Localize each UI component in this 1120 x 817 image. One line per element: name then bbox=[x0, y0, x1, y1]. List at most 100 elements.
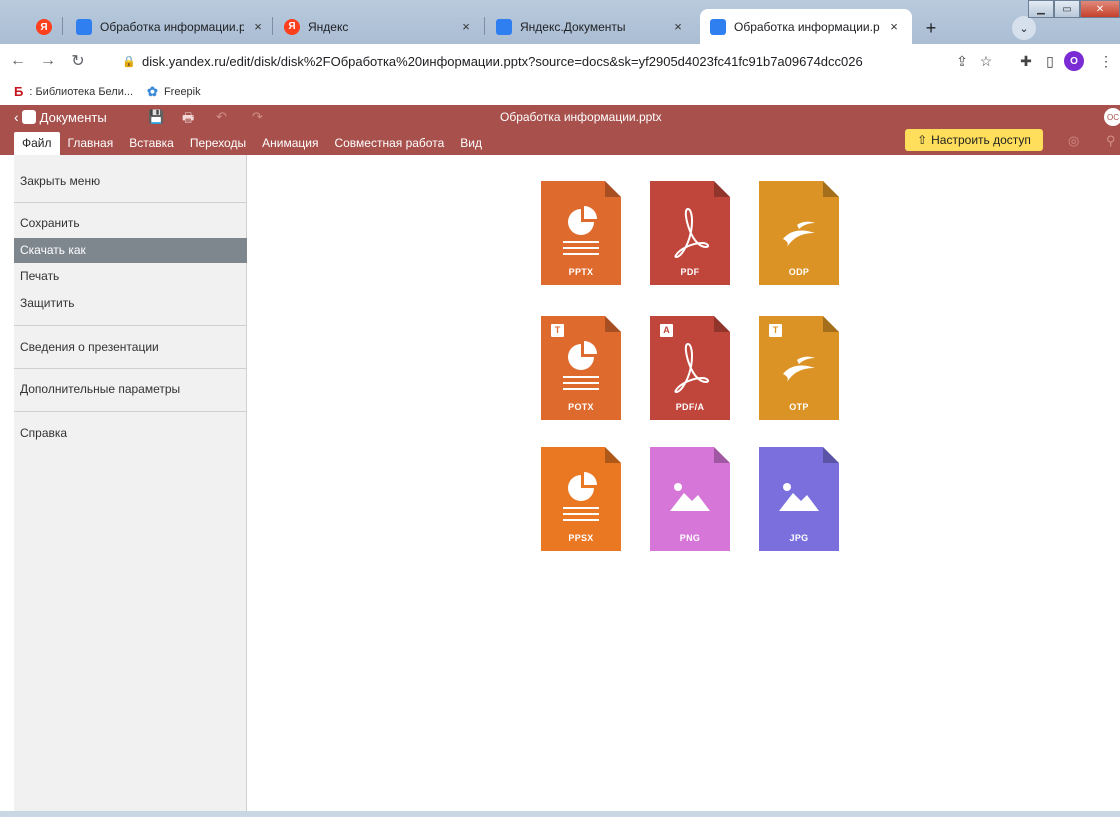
tab-yandex[interactable]: Я Яндекс × bbox=[274, 9, 484, 44]
menu-save[interactable]: Сохранить bbox=[14, 211, 247, 236]
format-png-button[interactable]: PNG bbox=[650, 447, 730, 551]
format-label: PPSX bbox=[568, 533, 594, 543]
close-icon[interactable]: × bbox=[250, 19, 266, 34]
tab-separator bbox=[272, 17, 273, 35]
menu-help[interactable]: Справка bbox=[14, 421, 247, 446]
back-arrow-icon[interactable]: ← bbox=[6, 52, 30, 70]
document-title: Обработка информации.pptx bbox=[500, 110, 662, 124]
tab-transitions[interactable]: Переходы bbox=[182, 132, 254, 155]
menu-download-as[interactable]: Скачать как bbox=[14, 238, 247, 263]
menu-print[interactable]: Печать bbox=[14, 264, 247, 289]
tab-label: Обработка информации.pptx - bbox=[100, 19, 244, 34]
menu-presentation-info[interactable]: Сведения о презентации bbox=[14, 335, 247, 360]
file-menu-sidebar: Закрыть меню Сохранить Скачать как Печат… bbox=[14, 155, 247, 811]
format-jpg-button[interactable]: JPG bbox=[759, 447, 839, 551]
format-odp-button[interactable]: ODP bbox=[759, 181, 839, 285]
bookmark-star-icon[interactable]: ☆ bbox=[976, 51, 996, 71]
documents-app-icon bbox=[21, 110, 36, 124]
window-close-icon[interactable]: ✕ bbox=[1080, 0, 1120, 18]
template-badge-icon: T bbox=[769, 324, 782, 337]
presentation-icon bbox=[563, 206, 599, 255]
tab-search-chevron-icon[interactable]: ⌄ bbox=[1012, 16, 1036, 40]
menu-advanced-settings[interactable]: Дополнительные параметры bbox=[14, 377, 247, 402]
comments-icon[interactable]: ◎ bbox=[1068, 133, 1079, 149]
page-fold-corner bbox=[714, 181, 730, 197]
page-fold-corner bbox=[823, 181, 839, 197]
tab-insert[interactable]: Вставка bbox=[121, 132, 182, 155]
presentation-icon bbox=[563, 341, 599, 390]
yandex-icon: Я bbox=[284, 18, 300, 35]
user-avatar[interactable]: ОС bbox=[1104, 108, 1120, 126]
profile-avatar[interactable]: O bbox=[1064, 51, 1084, 71]
format-pdf-a-button[interactable]: A PDF/A bbox=[650, 316, 730, 420]
format-ppsx-button[interactable]: PPSX bbox=[541, 447, 621, 551]
tab-animation[interactable]: Анимация bbox=[254, 132, 326, 155]
search-icon[interactable]: ⚲ bbox=[1106, 133, 1116, 149]
close-icon[interactable]: × bbox=[670, 19, 686, 34]
chevron-left-icon: ‹ bbox=[14, 109, 19, 125]
image-icon bbox=[779, 483, 819, 511]
tab-collaboration[interactable]: Совместная работа bbox=[326, 132, 452, 155]
browser-tab-bar: Я Обработка информации.pptx - × Я Яндекс… bbox=[0, 0, 1120, 44]
page-fold-corner bbox=[823, 447, 839, 463]
divider bbox=[14, 368, 247, 369]
menu-protect[interactable]: Защитить bbox=[14, 291, 247, 316]
undo-icon[interactable]: ↶ bbox=[216, 109, 227, 125]
new-tab-button[interactable]: + bbox=[919, 16, 943, 40]
forward-arrow-icon[interactable]: → bbox=[36, 52, 60, 70]
openoffice-icon bbox=[783, 356, 815, 382]
tab-label: Яндекс bbox=[308, 19, 349, 34]
menu-tabs: Файл Главная Вставка Переходы Анимация С… bbox=[14, 132, 490, 155]
page-fold-corner bbox=[605, 316, 621, 332]
print-icon[interactable]: 🖶 bbox=[182, 109, 194, 131]
download-format-panel: PPTX PDF ODP T POTX A PDF/A T OTP PPSX PNG JPG bbox=[247, 155, 1120, 811]
format-otp-button[interactable]: T OTP bbox=[759, 316, 839, 420]
tab-label: Яндекс.Документы bbox=[520, 19, 626, 34]
tab-yandex-docs[interactable]: Яндекс.Документы × bbox=[486, 9, 696, 44]
menu-close[interactable]: Закрыть меню bbox=[14, 169, 247, 194]
bookmark-freepik[interactable]: ✿ Freepik bbox=[147, 84, 201, 100]
close-icon[interactable]: × bbox=[886, 19, 902, 34]
library-b-icon: Б bbox=[14, 84, 24, 99]
tab-separator bbox=[62, 17, 63, 35]
format-pdf-button[interactable]: PDF bbox=[650, 181, 730, 285]
redo-icon[interactable]: ↷ bbox=[252, 109, 263, 125]
format-label: ODP bbox=[788, 267, 810, 277]
page-fold-corner bbox=[714, 447, 730, 463]
yandex-docs-icon bbox=[76, 18, 92, 35]
presentation-icon bbox=[563, 472, 599, 521]
yandex-browser-icon[interactable]: Я bbox=[36, 19, 52, 35]
extensions-puzzle-icon[interactable]: ✚ bbox=[1016, 51, 1036, 71]
side-panel-icon[interactable]: ▯ bbox=[1040, 51, 1060, 71]
lock-icon: 🔒 bbox=[122, 55, 136, 68]
tab-label: Обработка информации.pptx - bbox=[734, 19, 880, 34]
tab-home[interactable]: Главная bbox=[60, 132, 122, 155]
format-potx-button[interactable]: T POTX bbox=[541, 316, 621, 420]
maximize-icon[interactable]: ▭ bbox=[1054, 0, 1080, 18]
format-label: POTX bbox=[568, 402, 594, 412]
bookmark-biblioteka[interactable]: Б : Библиотека Бели... bbox=[14, 84, 133, 99]
close-icon[interactable]: × bbox=[458, 19, 474, 34]
share-access-button[interactable]: ⇧ Настроить доступ bbox=[905, 129, 1043, 151]
browser-toolbar: ← → ↻ 🔒 disk.yandex.ru/edit/disk/disk%2F… bbox=[0, 44, 1120, 78]
format-pptx-button[interactable]: PPTX bbox=[541, 181, 621, 285]
bookmarks-bar: Б : Библиотека Бели... ✿ Freepik bbox=[0, 78, 1120, 105]
format-label: PPTX bbox=[568, 267, 594, 277]
browser-menu-icon[interactable]: ⋮ bbox=[1096, 51, 1116, 71]
template-badge-icon: A bbox=[660, 324, 673, 337]
address-bar[interactable]: 🔒 disk.yandex.ru/edit/disk/disk%2FОбрабо… bbox=[112, 48, 932, 74]
save-icon[interactable]: 💾 bbox=[148, 109, 164, 125]
tab-obrabotka-1[interactable]: Обработка информации.pptx - × bbox=[66, 9, 276, 44]
window-controls: ▁ ▭ ✕ bbox=[1028, 0, 1120, 18]
editor-header: ‹ Документы 💾 🖶 ↶ ↷ Обработка информации… bbox=[0, 105, 1120, 155]
minimize-icon[interactable]: ▁ bbox=[1028, 0, 1054, 18]
format-label: PNG bbox=[679, 533, 701, 543]
back-to-documents[interactable]: ‹ Документы bbox=[14, 109, 107, 125]
tab-obrabotka-active[interactable]: Обработка информации.pptx - × bbox=[700, 9, 912, 44]
tab-view[interactable]: Вид bbox=[452, 132, 490, 155]
tab-file[interactable]: Файл bbox=[14, 132, 60, 155]
reload-icon[interactable]: ↻ bbox=[66, 51, 90, 71]
back-label: Документы bbox=[39, 109, 107, 125]
share-page-icon[interactable]: ⇪ bbox=[952, 51, 972, 71]
template-badge-icon: T bbox=[551, 324, 564, 337]
